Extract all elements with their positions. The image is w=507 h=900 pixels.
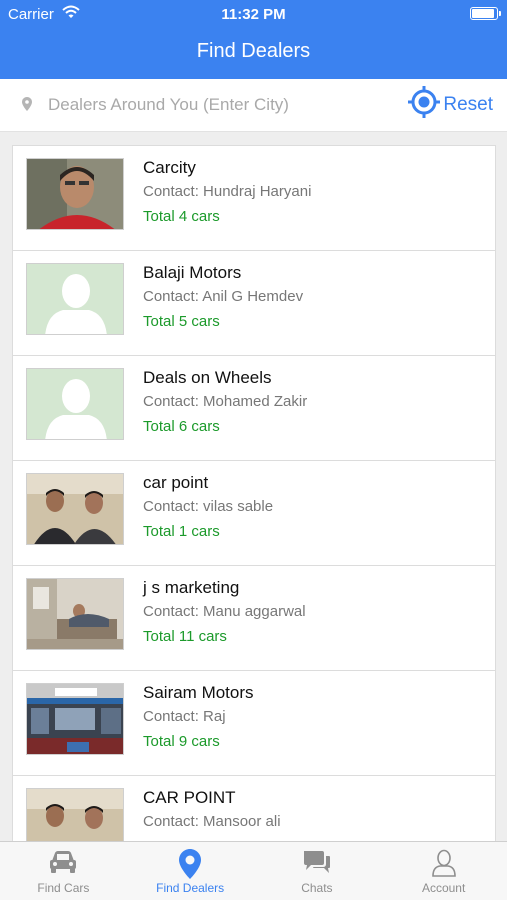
city-search-input[interactable] — [48, 91, 348, 119]
dealer-total-cars: Total 5 cars — [143, 313, 220, 330]
dealer-row[interactable]: car point Contact: vilas sable Total 1 c… — [13, 461, 495, 566]
tab-label: Chats — [301, 881, 333, 895]
top-bar: Carrier 11:32 PM Find Dealers — [0, 0, 507, 79]
reset-button[interactable]: Reset — [407, 85, 493, 125]
dealer-name: Balaji Motors — [143, 263, 242, 282]
dealer-row[interactable]: j s marketing Contact: Manu aggarwal Tot… — [13, 566, 495, 671]
dealer-name: Carcity — [143, 158, 196, 177]
dealer-name: j s marketing — [143, 578, 240, 597]
dealer-row[interactable]: CAR POINT Contact: Mansoor ali — [13, 776, 495, 841]
dealer-name: car point — [143, 473, 209, 492]
dealer-name: Deals on Wheels — [143, 368, 272, 387]
dealer-row[interactable]: Sairam Motors Contact: Raj Total 9 cars — [13, 671, 495, 776]
placeholder-avatar-icon — [26, 263, 124, 335]
dealer-contact: Contact: vilas sable — [143, 498, 274, 515]
dealer-name: CAR POINT — [143, 788, 236, 807]
battery-icon — [470, 7, 501, 20]
tab-bar: Find Cars Find Dealers Chats Account — [0, 841, 507, 900]
person-icon — [380, 849, 507, 877]
tab-find-dealers[interactable]: Find Dealers — [127, 842, 254, 900]
tab-label: Find Cars — [37, 881, 90, 895]
dealer-total-cars: Total 11 cars — [143, 628, 227, 645]
tab-label: Account — [421, 881, 466, 895]
dealer-photo — [26, 578, 124, 650]
dealer-photo — [26, 788, 124, 841]
dealer-total-cars: Total 1 cars — [143, 523, 220, 540]
dealer-photo — [26, 473, 124, 545]
dealer-list[interactable]: Carcity Contact: Hundraj Haryani Total 4… — [12, 145, 496, 841]
reset-label: Reset — [443, 94, 493, 115]
placeholder-avatar-icon — [26, 368, 124, 440]
dealer-name: Sairam Motors — [143, 683, 254, 702]
chat-bubbles-icon — [254, 849, 381, 877]
search-bar: Reset — [0, 79, 507, 132]
dealer-contact: Contact: Mohamed Zakir — [143, 393, 308, 410]
clock: 11:32 PM — [221, 6, 286, 23]
dealer-contact: Contact: Anil G Hemdev — [143, 288, 304, 305]
location-pin-icon — [127, 849, 254, 879]
page-title: Find Dealers — [196, 40, 311, 62]
dealer-row[interactable]: Deals on Wheels Contact: Mohamed Zakir T… — [13, 356, 495, 461]
dealer-row[interactable]: Balaji Motors Contact: Anil G Hemdev Tot… — [13, 251, 495, 356]
dealer-photo — [26, 158, 124, 230]
dealer-row[interactable]: Carcity Contact: Hundraj Haryani Total 4… — [13, 146, 495, 251]
status-bar: Carrier 11:32 PM — [0, 0, 507, 28]
tab-chats[interactable]: Chats — [254, 842, 381, 900]
dealer-contact: Contact: Manu aggarwal — [143, 603, 306, 620]
crosshair-icon — [407, 85, 443, 125]
dealer-contact: Contact: Hundraj Haryani — [143, 183, 312, 200]
dealer-contact: Contact: Mansoor ali — [143, 813, 281, 830]
dealer-contact: Contact: Raj — [143, 708, 226, 725]
location-pin-icon — [22, 97, 32, 116]
tab-find-cars[interactable]: Find Cars — [0, 842, 127, 900]
dealer-photo — [26, 683, 124, 755]
tab-label: Find Dealers — [156, 881, 225, 895]
dealer-total-cars: Total 9 cars — [143, 733, 220, 750]
dealer-total-cars: Total 4 cars — [143, 208, 220, 225]
tab-account[interactable]: Account — [380, 842, 507, 900]
car-icon — [0, 849, 127, 877]
dealer-total-cars: Total 6 cars — [143, 418, 220, 435]
